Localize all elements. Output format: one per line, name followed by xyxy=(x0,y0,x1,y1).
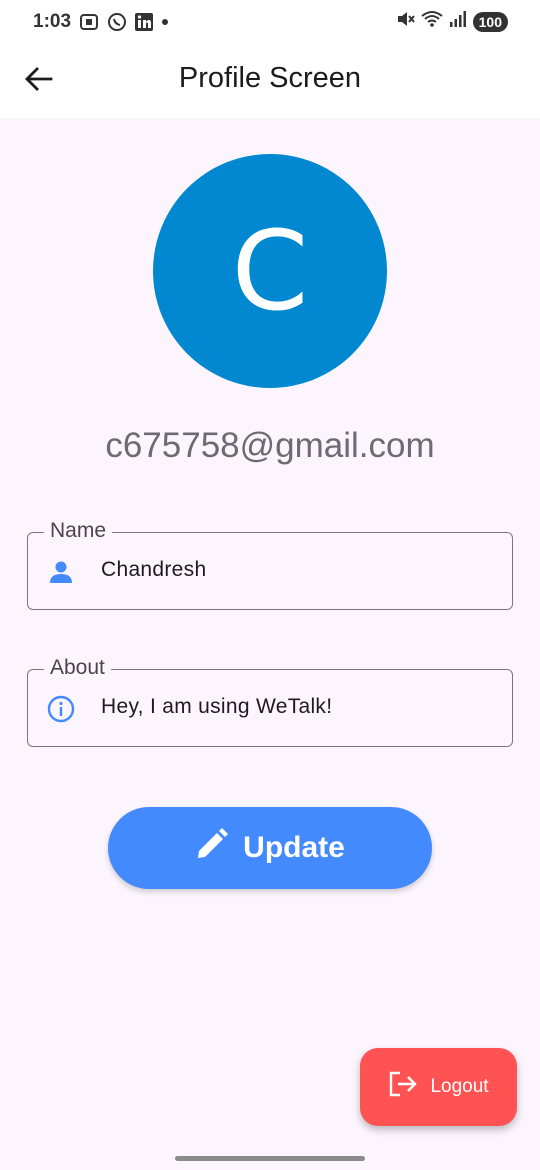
profile-avatar[interactable]: C xyxy=(153,154,387,388)
about-field-label: About xyxy=(44,656,111,680)
about-field[interactable]: About Hey, I am using WeTalk! xyxy=(27,656,513,747)
wifi-icon xyxy=(421,10,443,34)
logout-button[interactable]: Logout xyxy=(360,1048,517,1126)
screenshot-icon xyxy=(79,13,99,31)
app-bar: Profile Screen xyxy=(0,44,540,118)
mute-icon xyxy=(395,9,415,35)
page-title: Profile Screen xyxy=(178,62,362,94)
home-indicator[interactable] xyxy=(175,1156,365,1161)
whatsapp-icon xyxy=(107,12,127,32)
profile-email: c675758@gmail.com xyxy=(105,426,435,465)
update-button[interactable]: Update xyxy=(108,807,432,889)
status-left: 1:03 xyxy=(33,11,169,33)
name-field-label: Name xyxy=(44,519,113,543)
logout-icon xyxy=(388,1070,418,1104)
name-field[interactable]: Name Chandresh xyxy=(27,519,513,610)
person-icon xyxy=(46,557,76,587)
status-time: 1:03 xyxy=(33,11,72,32)
dot-icon xyxy=(161,18,169,26)
status-bar: 1:03 100 xyxy=(0,0,540,44)
name-field-value: Chandresh xyxy=(101,558,207,581)
edit-icon xyxy=(195,827,229,869)
logout-button-label: Logout xyxy=(430,1076,489,1097)
update-button-label: Update xyxy=(243,831,345,864)
info-icon xyxy=(46,694,76,724)
signal-icon xyxy=(449,10,467,34)
battery-indicator: 100 xyxy=(472,12,508,32)
about-field-value: Hey, I am using WeTalk! xyxy=(101,695,333,718)
avatar-letter: C xyxy=(231,207,309,335)
linkedin-icon xyxy=(135,13,154,31)
status-right: 100 xyxy=(395,9,508,35)
